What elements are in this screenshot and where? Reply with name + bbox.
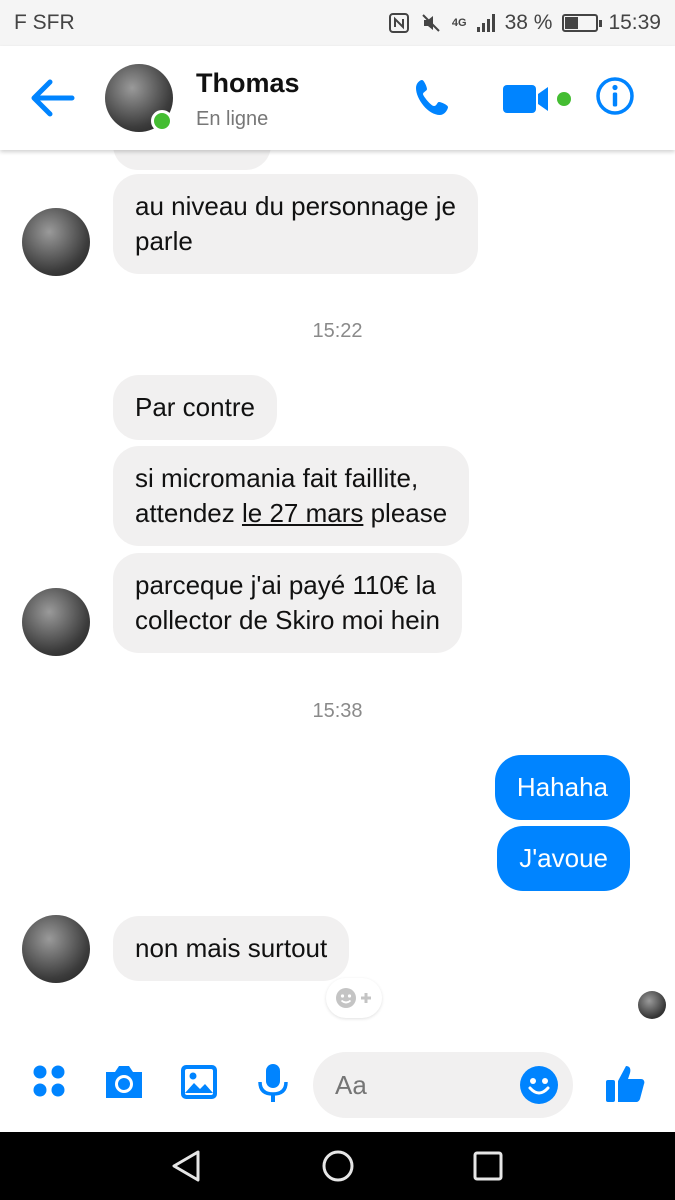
clock: 15:39: [608, 11, 661, 34]
date-link[interactable]: le 27 mars: [242, 498, 363, 528]
battery-fill: [565, 17, 578, 29]
system-nav-bar: [0, 1132, 675, 1200]
contact-avatar-small: [22, 208, 90, 276]
message-text: please: [363, 498, 448, 528]
camera-icon[interactable]: [102, 1062, 146, 1102]
recents-square-icon[interactable]: [468, 1148, 508, 1184]
home-circle-icon[interactable]: [318, 1148, 358, 1184]
battery-icon: [562, 14, 603, 32]
message-sent[interactable]: J'avoue: [497, 826, 630, 891]
thumbs-up-icon[interactable]: [604, 1062, 648, 1106]
message-input[interactable]: [335, 1070, 515, 1101]
back-triangle-icon[interactable]: [166, 1148, 206, 1184]
microphone-icon[interactable]: [257, 1062, 289, 1106]
message-received[interactable]: si micromania fait faillite, attendez le…: [113, 446, 470, 546]
phone-icon[interactable]: [412, 76, 458, 122]
nfc-icon: [388, 13, 409, 33]
online-indicator: [151, 110, 173, 132]
signal-icon: [476, 14, 495, 32]
contact-avatar-small: [22, 915, 90, 983]
video-icon[interactable]: [502, 76, 574, 122]
apps-icon[interactable]: [30, 1062, 68, 1100]
status-icons: 4G 38 % 15:39: [388, 11, 661, 35]
contact-avatar-small: [22, 588, 90, 656]
info-icon[interactable]: [595, 76, 635, 116]
message-received[interactable]: parceque j'ai payé 110€ la collector de …: [113, 553, 462, 653]
contact-name[interactable]: Thomas: [196, 68, 300, 99]
message-sent[interactable]: Hahaha: [494, 755, 630, 820]
timestamp: 15:38: [312, 700, 363, 722]
network-type: 4G: [451, 17, 467, 29]
timestamp: 15:22: [312, 320, 363, 342]
message-received[interactable]: au niveau du personnage je parle: [113, 174, 478, 274]
message-composer: [0, 1038, 675, 1132]
message-received[interactable]: Par contre: [113, 375, 277, 440]
carrier-label: F SFR: [14, 11, 75, 34]
emoji-icon[interactable]: [519, 1065, 559, 1105]
status-bar: F SFR 4G 38 % 15:39: [0, 0, 675, 46]
arrow-left-icon[interactable]: [28, 76, 76, 120]
mute-icon: [422, 14, 440, 32]
seen-avatar: [638, 991, 666, 1019]
add-reaction-button[interactable]: [326, 978, 382, 1018]
image-icon[interactable]: [179, 1062, 219, 1102]
message-input-field[interactable]: [313, 1052, 573, 1118]
message-received[interactable]: non mais surtout: [113, 916, 350, 981]
add-reaction-icon: [336, 988, 371, 1008]
contact-status: En ligne: [196, 108, 269, 130]
battery-percent: 38 %: [504, 11, 553, 34]
conversation-header: Thomas En ligne: [0, 46, 675, 150]
